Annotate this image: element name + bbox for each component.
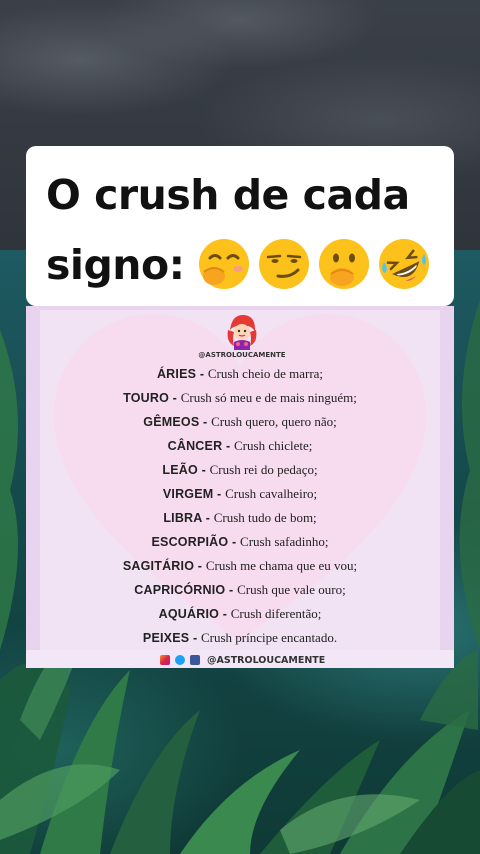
sign-description: Crush rei do pedaço;	[209, 462, 318, 477]
sign-name: ESCORPIÃO -	[151, 535, 241, 549]
list-item: PEIXES - Crush príncipe encantado.	[26, 626, 454, 650]
sign-description: Crush cavalheiro;	[225, 486, 318, 501]
smirk-emoji-icon	[259, 239, 309, 289]
sign-name: LIBRA -	[163, 511, 214, 525]
list-item: CÂNCER - Crush chiclete;	[26, 434, 454, 458]
sign-description: Crush cheio de marra;	[207, 366, 324, 381]
title-line-1: O crush de cada	[46, 171, 410, 219]
sign-list-panel: @ASTROLOUCAMENTE ÁRIES - Crush cheio de …	[26, 306, 454, 668]
sign-name: GÊMEOS -	[143, 415, 212, 429]
sign-name: CAPRICÓRNIO -	[134, 583, 238, 597]
brand-handle-small: @ASTROLOUCAMENTE	[198, 351, 286, 359]
list-item: ESCORPIÃO - Crush safadinho;	[26, 530, 454, 554]
title-emoji-row	[196, 236, 432, 292]
facebook-icon	[190, 655, 200, 665]
sign-name: SAGITÁRIO -	[122, 559, 206, 573]
sign-description: Crush só meu e de mais ninguém;	[180, 390, 357, 405]
sign-name: AQUÁRIO -	[158, 607, 231, 621]
video-frame: O crush de cada signo: @ASTROLOUCAMENTE …	[0, 0, 480, 854]
brand-handle-footer: @ASTROLOUCAMENTE	[207, 654, 326, 666]
list-item: GÊMEOS - Crush quero, quero não;	[26, 410, 454, 434]
sign-description: Crush que vale ouro;	[237, 582, 346, 597]
sign-description: Crush tudo de bom;	[213, 510, 317, 525]
list-item: ÁRIES - Crush cheio de marra;	[26, 362, 454, 386]
list-item: SAGITÁRIO - Crush me chama que eu vou;	[26, 554, 454, 578]
list-item: AQUÁRIO - Crush diferentão;	[26, 602, 454, 626]
mermaid-mascot-icon	[227, 314, 257, 350]
sign-name: LEÃO -	[162, 463, 210, 477]
sign-description: Crush chiclete;	[234, 438, 313, 453]
title-line-2: signo:	[46, 241, 185, 289]
sign-description: Crush quero, quero não;	[211, 414, 337, 429]
social-footer: @ASTROLOUCAMENTE	[160, 653, 325, 667]
sign-name: TOURO -	[123, 391, 181, 405]
sign-description: Crush príncipe encantado.	[200, 630, 338, 645]
sign-name: PEIXES -	[142, 631, 201, 645]
list-item: LIBRA - Crush tudo de bom;	[26, 506, 454, 530]
list-item: TOURO - Crush só meu e de mais ninguém;	[26, 386, 454, 410]
twitter-icon	[175, 655, 185, 665]
sign-description: Crush safadinho;	[240, 534, 329, 549]
list-item: LEÃO - Crush rei do pedaço;	[26, 458, 454, 482]
sign-name: ÁRIES -	[156, 367, 208, 381]
sign-name: VIRGEM -	[162, 487, 226, 501]
sign-list: ÁRIES - Crush cheio de marra; TOURO - Cr…	[26, 362, 454, 650]
rolling-laughing-emoji-icon	[379, 239, 429, 289]
sign-name: CÂNCER -	[167, 439, 235, 453]
list-item: CAPRICÓRNIO - Crush que vale ouro;	[26, 578, 454, 602]
list-item: VIRGEM - Crush cavalheiro;	[26, 482, 454, 506]
sign-description: Crush me chama que eu vou;	[205, 558, 358, 573]
hand-over-mouth-emoji-icon	[319, 239, 369, 289]
instagram-icon	[160, 655, 170, 665]
hand-over-mouth-emoji-icon	[199, 239, 249, 289]
sign-description: Crush diferentão;	[230, 606, 322, 621]
